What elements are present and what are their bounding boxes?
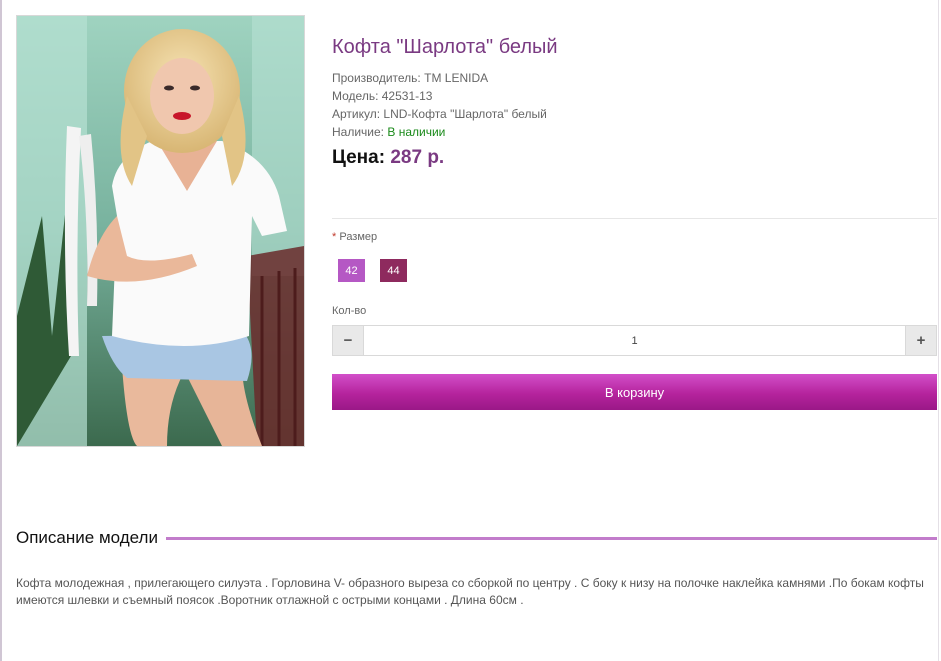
- sku-label: Артикул:: [332, 107, 381, 121]
- price-label: Цена:: [332, 147, 386, 168]
- sku-row: Артикул: LND-Кофта "Шарлота" белый: [332, 105, 937, 123]
- size-option-44[interactable]: 44: [380, 259, 407, 282]
- quantity-decrease-button[interactable]: −: [333, 326, 364, 355]
- sku-value: LND-Кофта "Шарлота" белый: [383, 107, 547, 121]
- add-to-cart-button[interactable]: В корзину: [332, 374, 937, 410]
- page-edge-right: [938, 0, 939, 661]
- description-text: Кофта молодежная , прилегающего силуэта …: [16, 576, 924, 607]
- model-value: 42531-13: [381, 89, 433, 103]
- quantity-label: Кол-во: [332, 305, 367, 317]
- model-label: Модель:: [332, 89, 379, 103]
- size-label-text: Размер: [339, 231, 378, 243]
- availability-label: Наличие:: [332, 125, 385, 139]
- quantity-stepper: − +: [332, 325, 937, 356]
- description-title: Описание модели: [16, 528, 158, 547]
- availability-row: Наличие: В наличии: [332, 123, 937, 141]
- size-options: 42 44: [338, 259, 407, 282]
- product-title: Кофта "Шарлота" белый: [332, 36, 558, 58]
- price-value: 287 р.: [390, 147, 445, 168]
- size-option-42[interactable]: 42: [338, 259, 365, 282]
- size-label: * Размер: [332, 231, 377, 243]
- product-photo: [17, 16, 304, 446]
- product-image[interactable]: [16, 15, 305, 447]
- manufacturer-row: Производитель: ТМ LENIDA: [332, 69, 937, 87]
- manufacturer-value[interactable]: ТМ LENIDA: [424, 71, 488, 85]
- model-row: Модель: 42531-13: [332, 87, 937, 105]
- description-header: Описание модели: [16, 528, 937, 548]
- quantity-input[interactable]: [364, 326, 905, 355]
- manufacturer-label: Производитель:: [332, 71, 421, 85]
- info-divider: [332, 218, 937, 219]
- page-edge-left: [0, 0, 2, 661]
- availability-value: В наличии: [387, 125, 446, 139]
- price-row: Цена: 287 р.: [332, 146, 937, 170]
- required-mark: *: [332, 231, 337, 243]
- description-divider: [165, 536, 937, 540]
- product-info: Кофта "Шарлота" белый Производитель: ТМ …: [332, 35, 937, 170]
- quantity-increase-button[interactable]: +: [905, 326, 936, 355]
